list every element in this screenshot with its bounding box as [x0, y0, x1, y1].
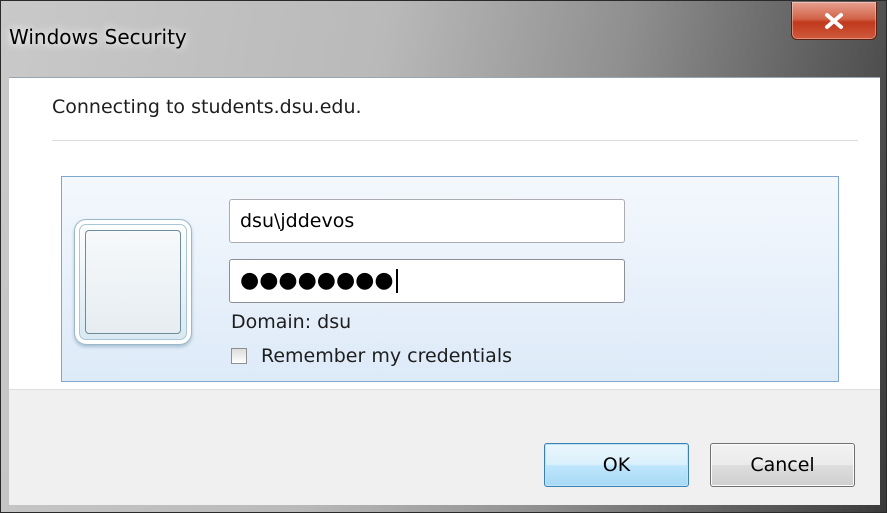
connecting-message: Connecting to students.dsu.edu. — [52, 96, 362, 118]
user-tile-frame — [85, 230, 181, 334]
title-bar[interactable]: Windows Security — [1, 1, 887, 77]
remember-credentials-row[interactable]: Remember my credentials — [231, 345, 512, 367]
domain-label: Domain: dsu — [231, 311, 352, 333]
username-field[interactable] — [229, 199, 625, 243]
ok-button[interactable]: OK — [544, 443, 689, 487]
windows-security-dialog: Windows Security Connecting to students.… — [0, 0, 887, 513]
remember-credentials-checkbox[interactable] — [231, 348, 247, 364]
close-button[interactable] — [791, 2, 877, 40]
separator — [52, 140, 858, 141]
credential-panel[interactable]: ●●●●●●●● Domain: dsu Remember my credent… — [61, 176, 839, 382]
password-field[interactable]: ●●●●●●●● — [229, 259, 625, 303]
text-caret — [395, 269, 398, 293]
cancel-button[interactable]: Cancel — [710, 443, 855, 487]
remember-credentials-label[interactable]: Remember my credentials — [261, 345, 512, 367]
close-x-icon — [825, 12, 843, 29]
user-tile-icon — [74, 219, 192, 345]
window-title: Windows Security — [9, 25, 187, 49]
dialog-content: Connecting to students.dsu.edu. ●●●●●●●●… — [9, 77, 880, 390]
button-bar: OK Cancel — [9, 389, 880, 505]
password-masked-value: ●●●●●●●● — [240, 268, 394, 293]
